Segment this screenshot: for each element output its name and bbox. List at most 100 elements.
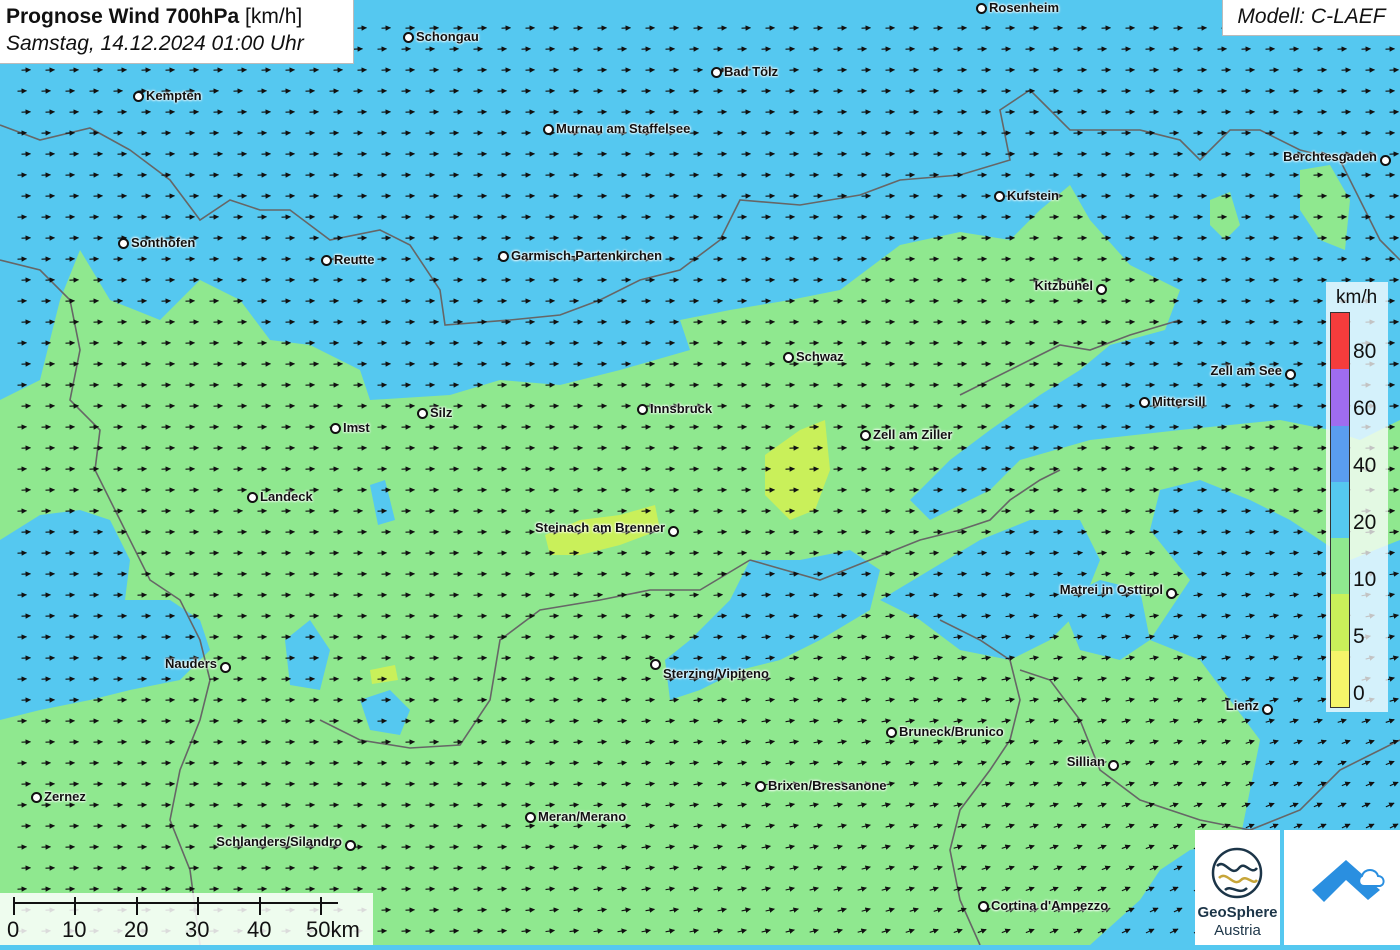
wind-arrow <box>982 532 991 533</box>
forecast-date: Samstag, 14.12.2024 01:00 Uhr <box>6 30 347 58</box>
geosphere-mark-icon <box>1195 838 1280 908</box>
wind-arrow <box>1314 511 1323 512</box>
wind-arrow <box>594 679 603 680</box>
wind-arrow <box>742 532 751 533</box>
wind-arrow <box>814 574 823 575</box>
legend-color-segment <box>1331 426 1349 482</box>
city-label: Imst <box>343 421 370 435</box>
city-marker-icon <box>133 91 144 102</box>
wind-arrow <box>478 700 487 701</box>
wind-arrow <box>574 700 583 701</box>
wind-arrow <box>882 511 891 512</box>
wind-arrow <box>478 616 487 617</box>
city-marker-icon <box>1285 369 1296 380</box>
city-label: Sterzing/Vipiteno <box>663 667 769 681</box>
city-marker-icon <box>403 32 414 43</box>
city-label: Steinach am Brenner <box>535 521 665 535</box>
city-marker-icon <box>220 662 231 673</box>
wind-arrow <box>670 616 679 617</box>
wind-arrow <box>1170 511 1179 512</box>
wind-arrow <box>1174 532 1183 533</box>
wind-arrow <box>498 721 507 722</box>
wind-arrow <box>1242 511 1251 512</box>
legend-tick-label: 60 <box>1353 397 1376 421</box>
wind-arrow <box>454 910 463 911</box>
wind-arrow <box>522 721 531 722</box>
wind-arrow <box>598 574 607 575</box>
city-marker-icon <box>498 251 509 262</box>
map-title-box: Prognose Wind 700hPa [km/h] Samstag, 14.… <box>0 0 354 64</box>
wind-arrow <box>498 763 507 764</box>
city-label: Kempten <box>146 89 202 103</box>
geosphere-country: Austria <box>1195 922 1280 939</box>
wind-arrow <box>550 742 559 743</box>
wind-arrow <box>454 742 463 743</box>
legend-tick-label: 5 <box>1353 625 1365 649</box>
geosphere-logo: GeoSphere Austria <box>1195 830 1280 945</box>
wind-arrow <box>498 847 507 848</box>
wind-arrow <box>790 532 799 533</box>
wind-arrow <box>1270 532 1279 533</box>
wind-arrow <box>450 931 459 932</box>
scale-label-30: 30 <box>185 917 209 943</box>
wind-arrow <box>502 868 511 869</box>
city-marker-icon <box>1262 704 1273 715</box>
legend-color-segment <box>1331 651 1349 707</box>
wind-arrow <box>550 658 559 659</box>
wind-arrow <box>618 595 627 596</box>
wind-arrow <box>838 532 847 533</box>
city-marker-icon <box>330 423 341 434</box>
wind-arrow <box>498 679 507 680</box>
wind-arrow <box>502 826 511 827</box>
wind-arrow <box>910 532 919 533</box>
geosphere-name: GeoSphere <box>1195 904 1280 921</box>
legend-tick-label: 10 <box>1353 568 1376 592</box>
city-marker-icon <box>1380 155 1391 166</box>
wind-arrow <box>1294 532 1303 533</box>
city-marker-icon <box>247 492 258 503</box>
legend-color-segment <box>1331 369 1349 425</box>
wind-arrow <box>690 595 699 596</box>
scale-bar: 0 10 20 30 40 50km <box>0 893 373 945</box>
wind-arrow <box>1026 511 1035 512</box>
city-label: Zell am See <box>1210 364 1282 378</box>
legend-color-segment <box>1331 313 1349 369</box>
wind-arrow <box>474 679 483 680</box>
title-main: Prognose Wind 700hPa <box>6 5 239 28</box>
city-label: Lienz <box>1226 699 1259 713</box>
wind-arrow <box>862 532 871 533</box>
city-label: Silz <box>430 406 452 420</box>
city-label: Schwaz <box>796 350 844 364</box>
wind-arrow <box>766 574 775 575</box>
wind-arrow <box>502 574 511 575</box>
wind-arrow <box>690 553 699 554</box>
wind-arrow <box>858 553 867 554</box>
city-label: Kitzbühel <box>1035 279 1094 293</box>
wind-arrow <box>1050 511 1059 512</box>
wind-arrow <box>546 721 555 722</box>
wind-arrow <box>526 784 535 785</box>
legend-tick-label: 80 <box>1353 340 1376 364</box>
city-label: Brixen/Bressanone <box>768 779 887 793</box>
wind-arrow <box>1122 511 1131 512</box>
wind-arrow <box>1246 532 1255 533</box>
wind-arrow <box>454 784 463 785</box>
wind-arrow <box>574 616 583 617</box>
city-marker-icon <box>783 352 794 363</box>
wind-arrow <box>598 658 607 659</box>
city-label: Matrei in Osttirol <box>1060 583 1163 597</box>
wind-arrow <box>790 574 799 575</box>
wind-arrow <box>474 931 483 932</box>
scale-label-20: 20 <box>124 917 148 943</box>
wind-arrow <box>498 637 507 638</box>
wind-arrow <box>1102 532 1111 533</box>
wind-arrow <box>498 931 507 932</box>
wind-arrow <box>954 511 963 512</box>
wind-arrow <box>646 574 655 575</box>
city-label: Zernez <box>44 790 86 804</box>
city-label: Bad Tölz <box>724 65 778 79</box>
wind-arrow <box>1290 511 1299 512</box>
city-label: Schongau <box>416 30 479 44</box>
wind-arrow <box>1146 511 1155 512</box>
city-label: Bruneck/Brunico <box>899 725 1004 739</box>
